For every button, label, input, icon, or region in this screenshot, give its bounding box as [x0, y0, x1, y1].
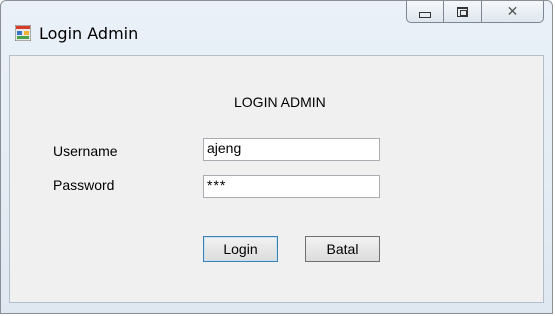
window-title: Login Admin: [39, 24, 139, 43]
maximize-icon: [457, 6, 468, 17]
login-admin-window: Login Admin ✕ LOGIN ADMIN Username ajeng…: [0, 0, 553, 314]
close-icon: ✕: [506, 3, 519, 20]
password-input[interactable]: ***: [203, 175, 380, 198]
maximize-button[interactable]: [444, 1, 482, 23]
username-label: Username: [53, 143, 118, 159]
minimize-icon: [419, 11, 431, 18]
minimize-button[interactable]: [406, 1, 444, 23]
form-client-area: LOGIN ADMIN Username ajeng Password *** …: [9, 55, 544, 303]
username-input[interactable]: ajeng: [203, 138, 380, 161]
form-heading: LOGIN ADMIN: [234, 94, 326, 110]
close-button[interactable]: ✕: [482, 1, 544, 23]
windows-form-icon: [15, 25, 31, 41]
password-label: Password: [53, 177, 115, 193]
login-button[interactable]: Login: [203, 236, 278, 262]
caption-buttons: ✕: [406, 1, 544, 23]
title-bar[interactable]: Login Admin ✕: [1, 1, 552, 55]
cancel-button[interactable]: Batal: [305, 236, 380, 262]
